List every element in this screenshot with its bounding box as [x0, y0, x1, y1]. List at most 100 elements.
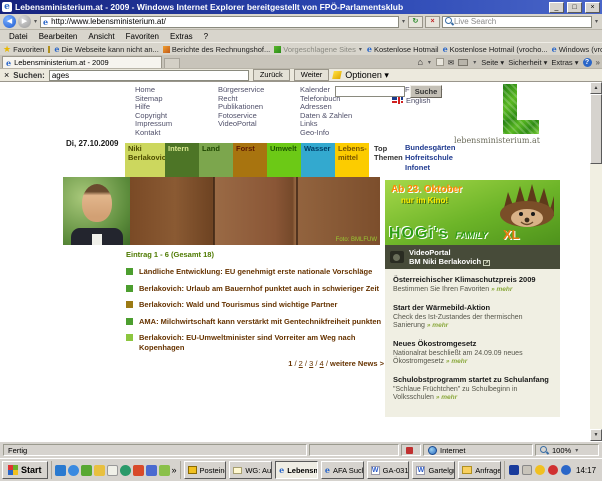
folder-icon[interactable]	[48, 46, 50, 53]
new-tab-stub[interactable]	[164, 58, 180, 68]
address-dropdown-icon[interactable]: ▾	[401, 18, 406, 25]
quicklaunch-icon[interactable]	[55, 465, 66, 476]
find-input[interactable]	[49, 70, 249, 81]
news-item[interactable]: AMA: Milchwirtschaft kann verstärkt mit …	[126, 317, 384, 327]
videoportal-subtitle[interactable]: BM Niki Berlakovich	[409, 257, 481, 266]
menu-extras[interactable]: Extras	[165, 32, 198, 41]
maximize-button[interactable]: □	[567, 2, 582, 13]
find-back-button[interactable]: Zurück	[253, 69, 290, 81]
taskbar-button-anfragen[interactable]: Anfragen	[458, 461, 501, 479]
taskbar-button-afa-sucher[interactable]: eAFA Sucher...	[321, 461, 364, 479]
vertical-scrollbar[interactable]: ▲ ▼	[590, 82, 602, 441]
refresh-button[interactable]: ↻	[408, 16, 423, 28]
close-button[interactable]: ×	[585, 2, 600, 13]
safety-menu[interactable]: Sicherheit ▾	[508, 58, 547, 67]
live-search-box[interactable]: Live Search	[442, 16, 592, 28]
ie-icon[interactable]	[68, 465, 79, 476]
quicklaunch-icon[interactable]	[159, 465, 170, 476]
tray-icon[interactable]	[535, 465, 545, 475]
print-icon[interactable]	[458, 59, 468, 66]
find-options-button[interactable]: Optionen ▾	[345, 70, 389, 81]
menu-bearbeiten[interactable]: Bearbeiten	[34, 32, 83, 41]
sidebar-item-title[interactable]: Österreichischer Klimaschutzpreis 2009	[393, 275, 552, 284]
mail-icon[interactable]: ✉	[448, 58, 454, 67]
link-bundesgaerten[interactable]: Bundesgärten	[405, 143, 455, 153]
highlight-icon[interactable]	[332, 71, 342, 79]
mehr-link[interactable]: » mehr	[446, 358, 467, 365]
favorites-button[interactable]: ★Favoriten	[3, 44, 44, 55]
tab-wasser[interactable]: Wasser	[301, 143, 335, 171]
zoom-pane[interactable]: 100% ▾	[535, 444, 599, 456]
tab-intern[interactable]: Intern	[165, 143, 199, 171]
news-item[interactable]: Berlakovich: Urlaub am Bauernhof punktet…	[126, 284, 384, 294]
taskbar-button-lebensministerium[interactable]: eLebensmi...	[275, 461, 318, 479]
scrollbar-thumb[interactable]	[590, 94, 602, 164]
page-link-4[interactable]: 4	[320, 359, 324, 368]
nav-videoportal[interactable]: VideoPortal	[218, 120, 264, 129]
scroll-down-icon[interactable]: ▼	[590, 429, 602, 441]
address-field[interactable]: e http://www.lebensministerium.at/	[40, 16, 399, 28]
minimize-button[interactable]: _	[549, 2, 564, 13]
address-url[interactable]: http://www.lebensministerium.at/	[51, 17, 166, 26]
nav-kontakt[interactable]: Kontakt	[135, 129, 172, 138]
menu-help[interactable]: ?	[199, 32, 213, 41]
site-search-input[interactable]	[335, 86, 405, 97]
quicklaunch-icon[interactable]	[120, 465, 131, 476]
quicklaunch-icon[interactable]	[146, 465, 157, 476]
videoportal-bar[interactable]: VideoPortal BM Niki Berlakovich↗	[385, 245, 560, 269]
page-link-2[interactable]: 2	[299, 359, 303, 368]
hogi-family-banner[interactable]: Ab 23. Oktober nur im Kino! HOGi's FAMiL…	[385, 180, 560, 245]
link-hofreitschule[interactable]: Hofreitschule	[405, 153, 455, 163]
lebensministerium-logo[interactable]	[503, 84, 539, 134]
tab-forst[interactable]: Forst	[233, 143, 267, 171]
feeds-icon[interactable]	[436, 58, 444, 66]
taskbar-button-posteingang[interactable]: Posteingan...	[184, 461, 227, 479]
favorite-link-2[interactable]: Berichte des Rechnungshof...	[163, 45, 270, 54]
tab-niki-berlakovich[interactable]: Niki Berlakovich	[125, 143, 165, 171]
link-infonet[interactable]: Infonet	[405, 163, 455, 173]
quicklaunch-icon[interactable]	[133, 465, 144, 476]
sidebar-item-title[interactable]: Start der Wärmebild-Aktion	[393, 303, 552, 312]
quicklaunch-icon[interactable]	[94, 465, 105, 476]
browser-tab-active[interactable]: e Lebensministerium.at - 2009	[2, 56, 162, 68]
print-dropdown-icon[interactable]: ▾	[472, 59, 477, 66]
sidebar-item-title[interactable]: Schulobstprogramm startet zu Schulanfang	[393, 375, 552, 384]
favorite-link-5[interactable]: eKostenlose Hotmail (vrocho...	[443, 44, 548, 54]
tab-umwelt[interactable]: Umwelt	[267, 143, 301, 171]
favorite-link-4[interactable]: eKostenlose Hotmail	[367, 44, 439, 54]
favorite-link-3[interactable]: Vorgeschlagene Sites▾	[274, 45, 363, 54]
tray-icon[interactable]	[509, 465, 519, 475]
more-news-link[interactable]: weitere News >	[330, 359, 384, 368]
tray-icon[interactable]	[522, 465, 532, 475]
home-icon[interactable]: ⌂	[417, 57, 422, 67]
nav-geo-info[interactable]: Geo-Info	[300, 129, 352, 138]
news-item[interactable]: Berlakovich: EU-Umweltminister sind Vorr…	[126, 333, 384, 352]
mehr-link[interactable]: » mehr	[436, 394, 457, 401]
quicklaunch-overflow-chevron[interactable]: »	[172, 465, 177, 475]
mehr-link[interactable]: » mehr	[491, 286, 512, 293]
commandbar-overflow-chevron[interactable]: »	[596, 58, 600, 67]
taskbar-clock[interactable]: 14:17	[574, 466, 596, 475]
sidebar-item-title[interactable]: Neues Ökostromgesetz	[393, 339, 552, 348]
forward-button[interactable]: ▶	[18, 15, 31, 28]
taskbar-button-wg-aufsu[interactable]: WG: Aufsu...	[229, 461, 272, 479]
menu-datei[interactable]: Datei	[4, 32, 33, 41]
start-button[interactable]: Start	[2, 461, 48, 479]
zoom-dropdown-icon[interactable]: ▾	[574, 447, 579, 454]
tab-lebensmittel[interactable]: Lebens- mittel	[335, 143, 369, 171]
tab-land[interactable]: Land	[199, 143, 233, 171]
taskbar-button-gartelgrub[interactable]: WGartelgrub...	[412, 461, 455, 479]
page-link-3[interactable]: 3	[309, 359, 313, 368]
news-item[interactable]: Berlakovich: Wald und Tourismus sind wic…	[126, 300, 384, 310]
news-item[interactable]: Ländliche Entwicklung: EU genehmigt erst…	[126, 267, 384, 277]
site-search-button[interactable]: Suche	[410, 85, 442, 98]
favorite-link-6[interactable]: eWindows (vrochowanski v1)	[552, 44, 602, 54]
back-button[interactable]: ◀	[3, 15, 16, 28]
stop-button[interactable]: ×	[425, 16, 440, 28]
tray-icon[interactable]	[561, 465, 571, 475]
quicklaunch-icon[interactable]	[81, 465, 92, 476]
favorite-link-1[interactable]: eDie Webseite kann nicht an...	[54, 44, 159, 54]
scroll-up-icon[interactable]: ▲	[590, 82, 602, 94]
search-dropdown-icon[interactable]: ▾	[594, 18, 599, 25]
page-menu[interactable]: Seite ▾	[481, 58, 504, 67]
